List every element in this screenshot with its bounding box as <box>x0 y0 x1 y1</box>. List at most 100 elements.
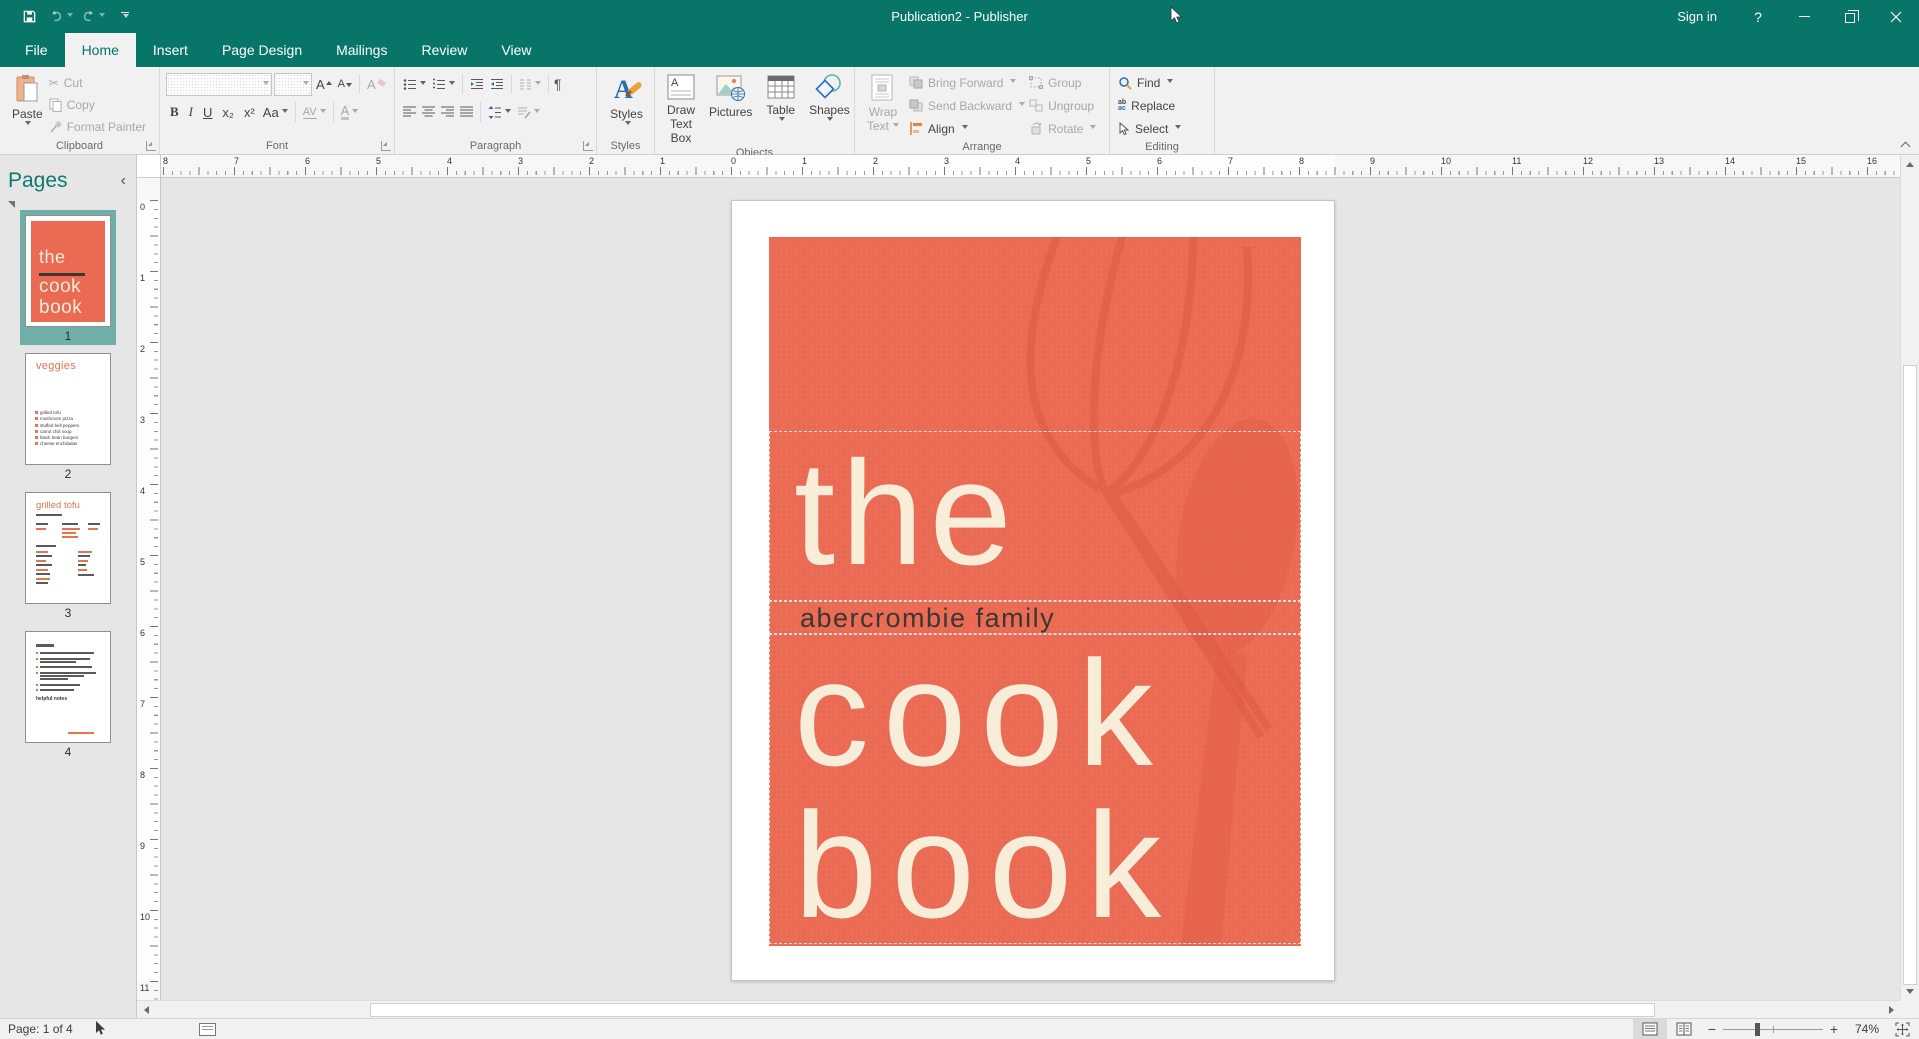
publication-page[interactable]: the abercrombie family cook book <box>731 200 1335 981</box>
vertical-scrollbar[interactable] <box>1900 155 1919 1000</box>
page-thumbnail-2[interactable]: veggies grilled tofumushroom pizzastuffe… <box>25 353 111 483</box>
bullets-icon <box>403 78 417 91</box>
minimize-button[interactable] <box>1781 0 1827 33</box>
collapse-ribbon-icon[interactable] <box>1901 140 1909 148</box>
save-button[interactable] <box>16 5 42 29</box>
pictures-button[interactable]: Pictures <box>703 70 758 147</box>
cover-image[interactable]: the abercrombie family cook book <box>769 237 1301 946</box>
group-label-clipboard: Clipboard <box>56 140 103 152</box>
zoom-level[interactable]: 74% <box>1845 1022 1889 1036</box>
two-page-view-button[interactable] <box>1667 1019 1701 1039</box>
page-thumbnail-1[interactable]: the cook book 1 <box>20 210 116 345</box>
vertical-scroll-thumb[interactable] <box>1903 365 1917 985</box>
tab-view[interactable]: View <box>484 33 548 67</box>
tab-review[interactable]: Review <box>404 33 484 67</box>
columns-icon <box>519 78 532 91</box>
cover-title-line1: the <box>794 430 1018 598</box>
justify-button[interactable] <box>458 105 475 119</box>
subscript-button[interactable]: x₂ <box>218 104 238 121</box>
grow-font-button[interactable]: A <box>314 76 334 93</box>
paragraph-dialog-launcher-icon[interactable] <box>583 141 593 151</box>
font-dialog-launcher-icon[interactable] <box>381 141 391 151</box>
scroll-up-button[interactable] <box>1901 157 1919 171</box>
increase-indent-button[interactable] <box>488 77 506 92</box>
replace-button[interactable]: ab ac Replace <box>1118 95 1181 116</box>
select-caret-icon <box>1175 125 1181 132</box>
zoom-slider-thumb[interactable] <box>1755 1023 1760 1036</box>
help-button[interactable]: ? <box>1735 0 1781 33</box>
align-right-button[interactable] <box>439 105 456 119</box>
collapse-pages-panel-icon[interactable]: ‹ <box>121 174 126 188</box>
numbering-icon <box>432 78 446 91</box>
scroll-left-button[interactable] <box>139 1001 153 1018</box>
bullets-button[interactable] <box>401 77 428 92</box>
document-canvas[interactable]: the abercrombie family cook book <box>161 178 1900 1000</box>
undo-icon <box>49 9 64 24</box>
vertical-ruler[interactable]: 01234567891011 <box>137 178 161 1000</box>
tab-file[interactable]: File <box>8 33 65 67</box>
zoom-in-button[interactable]: + <box>1823 1021 1845 1037</box>
change-case-button[interactable]: Aa <box>261 104 290 121</box>
numbering-button[interactable] <box>430 77 457 92</box>
cut-button: ✂ Cut <box>49 73 146 92</box>
customize-qat-button[interactable] <box>112 5 138 29</box>
tab-page-design[interactable]: Page Design <box>205 33 319 67</box>
close-button[interactable] <box>1873 0 1919 33</box>
table-button[interactable]: Table <box>760 70 801 147</box>
title-text-frame[interactable]: the <box>769 431 1301 601</box>
styles-button[interactable]: A Styles <box>604 70 649 137</box>
customize-qat-icon <box>121 12 129 13</box>
decrease-indent-button[interactable] <box>468 77 486 92</box>
find-button[interactable]: Find <box>1118 72 1181 93</box>
horizontal-scrollbar[interactable] <box>137 1000 1900 1018</box>
bullets-caret-icon <box>420 81 426 88</box>
page-indicator[interactable]: Page: 1 of 4 <box>0 1022 73 1036</box>
zoom-slider[interactable] <box>1723 1019 1823 1039</box>
superscript-button[interactable]: x² <box>240 104 259 121</box>
clear-formatting-button: A <box>365 76 389 93</box>
italic-button[interactable]: I <box>185 103 197 121</box>
draw-text-box-button[interactable]: A Draw Text Box <box>661 70 701 147</box>
shrink-font-button[interactable]: A <box>336 77 354 91</box>
tab-home[interactable]: Home <box>65 33 136 67</box>
horizontal-scroll-thumb[interactable] <box>370 1003 1655 1017</box>
zoom-out-button[interactable]: − <box>1701 1021 1723 1037</box>
sign-in-button[interactable]: Sign in <box>1659 0 1735 33</box>
table-caret-icon <box>779 117 785 124</box>
align-button[interactable]: Align <box>909 118 1025 139</box>
line-spacing-button[interactable] <box>486 105 513 120</box>
restore-button[interactable] <box>1827 0 1873 33</box>
select-button[interactable]: Select <box>1118 118 1181 139</box>
horizontal-ruler[interactable]: 87654321012345678910111213141516 <box>161 155 1900 178</box>
copy-icon <box>49 98 62 112</box>
scroll-right-button[interactable] <box>1884 1001 1898 1018</box>
scroll-down-button[interactable] <box>1901 984 1919 998</box>
tab-insert[interactable]: Insert <box>136 33 205 67</box>
group-label-arrange: Arrange <box>962 141 1001 153</box>
align-left-button[interactable] <box>401 105 418 119</box>
shapes-button[interactable]: Shapes <box>803 70 856 147</box>
window-title: Publication2 - Publisher <box>0 0 1919 33</box>
object-size-indicator-icon[interactable] <box>199 1023 216 1036</box>
single-page-view-button[interactable] <box>1633 1019 1667 1039</box>
fit-page-button[interactable] <box>1889 1022 1915 1037</box>
cut-icon: ✂ <box>49 76 59 90</box>
clipboard-dialog-launcher-icon[interactable] <box>146 141 156 151</box>
show-formatting-button[interactable]: ¶ <box>554 76 562 92</box>
format-painter-button: Format Painter <box>49 117 146 136</box>
page-thumbnail-3[interactable]: grilled tofu 3 <box>25 492 111 622</box>
scroll-right-icon <box>1889 1006 1894 1014</box>
rotate-caret-icon <box>1090 125 1096 132</box>
cookbook-text-frame[interactable]: cook book <box>769 634 1301 944</box>
tab-mailings[interactable]: Mailings <box>319 33 404 67</box>
underline-button[interactable]: U <box>199 104 216 121</box>
paste-button[interactable]: Paste <box>6 70 49 137</box>
page-thumbnail-4[interactable]: helpful notes 4 <box>25 631 111 761</box>
ruler-corner <box>137 155 161 178</box>
pages-panel-resize-icon[interactable] <box>8 201 15 208</box>
bold-button[interactable]: B <box>166 103 183 121</box>
copy-button: Copy <box>49 95 146 114</box>
font-color-caret-icon <box>352 109 358 116</box>
bring-forward-caret-icon <box>1010 79 1016 86</box>
align-center-button[interactable] <box>420 105 437 119</box>
